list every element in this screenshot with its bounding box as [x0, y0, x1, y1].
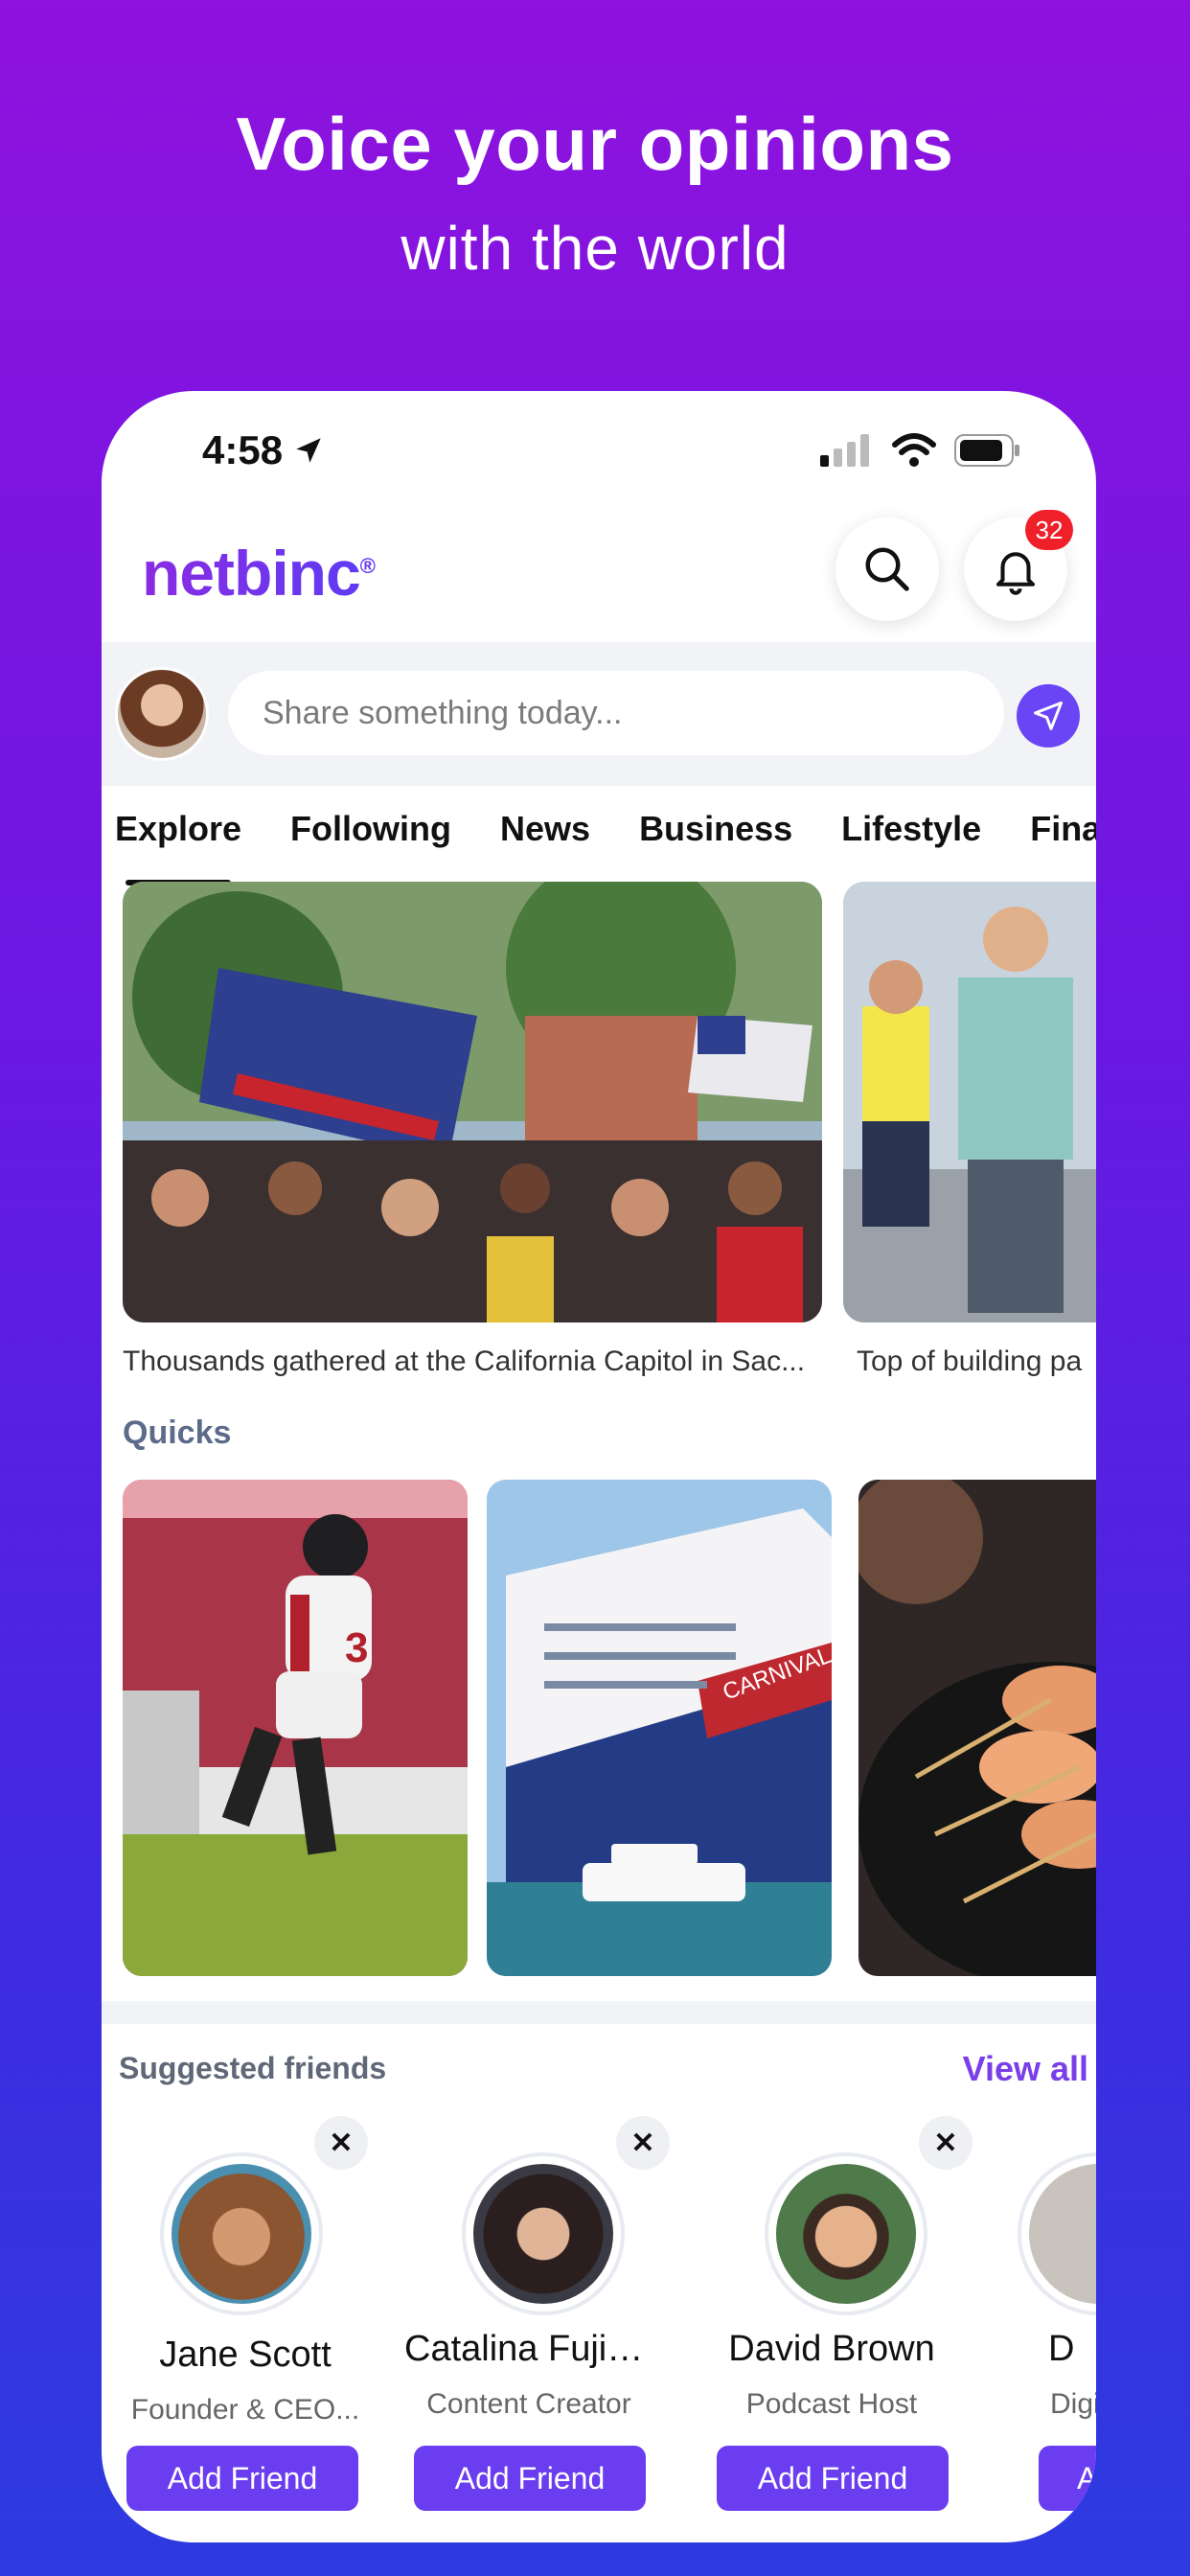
tab-explore[interactable]: Explore — [115, 794, 241, 886]
tab-business[interactable]: Business — [639, 794, 792, 880]
friend-name: D — [1048, 2329, 1075, 2369]
protest-photo — [123, 882, 822, 1322]
promo-subtitle: with the world — [400, 214, 790, 283]
friend-name: David Brown — [728, 2329, 935, 2369]
friend-role: Digi — [1050, 2388, 1096, 2420]
search-icon — [865, 547, 909, 591]
friend-name: Catalina Fujim... — [404, 2329, 653, 2369]
location-arrow-icon — [296, 438, 321, 463]
add-friend-button[interactable]: Add Friend — [126, 2446, 358, 2511]
share-input[interactable] — [228, 671, 1004, 755]
status-time: 4:58 — [202, 427, 325, 473]
status-icons — [820, 433, 1021, 468]
search-button[interactable] — [835, 518, 939, 621]
tab-finance[interactable]: Financ — [1030, 794, 1096, 880]
quick-card[interactable] — [858, 1480, 1096, 1976]
quick-card[interactable]: CARNIVAL — [487, 1480, 832, 1976]
football-photo: 3 — [123, 1480, 468, 1976]
bell-icon — [995, 552, 1036, 595]
cruise-ship-photo: CARNIVAL — [487, 1480, 832, 1976]
suggested-friends-title: Suggested friends — [119, 2051, 387, 2085]
quick-card[interactable]: 3 — [123, 1480, 468, 1976]
friend-role: Content Creator — [426, 2388, 631, 2420]
feed-caption-2: Top of building pa — [857, 1346, 1083, 1377]
friend-name: Jane Scott — [159, 2334, 332, 2375]
food-photo — [858, 1480, 1096, 1976]
friend-card: D Digi A — [1010, 2116, 1096, 2538]
battery-icon — [954, 434, 1019, 467]
tab-lifestyle[interactable]: Lifestyle — [841, 794, 981, 880]
promo-title: Voice your opinions — [236, 102, 954, 186]
logo-text: netbinc — [142, 538, 360, 609]
party-photo — [843, 882, 1096, 1322]
add-friend-button[interactable]: Add Friend — [414, 2446, 646, 2511]
dismiss-icon[interactable]: ✕ — [616, 2116, 670, 2170]
section-divider — [102, 2001, 1096, 2024]
friend-avatar[interactable] — [462, 2152, 625, 2315]
composer-row — [102, 642, 1096, 786]
quicks-title: Quicks — [123, 1414, 232, 1451]
tab-news[interactable]: News — [500, 794, 590, 880]
dismiss-icon[interactable]: ✕ — [919, 2116, 973, 2170]
feed-card-image-2[interactable] — [843, 882, 1096, 1322]
add-friend-button[interactable]: Add Friend — [717, 2446, 949, 2511]
friend-role: Founder & CEO... — [130, 2394, 360, 2426]
phone-screen: 4:58 netbinc® 32 Share something today..… — [102, 391, 1096, 2542]
friend-role: Podcast Host — [745, 2388, 918, 2420]
wifi-icon — [892, 433, 936, 467]
signal-icon — [820, 434, 869, 467]
send-icon — [1034, 702, 1063, 730]
friend-avatar[interactable] — [160, 2152, 323, 2315]
feed-card-image[interactable] — [123, 882, 822, 1322]
category-tabs: Explore Following News Business Lifestyl… — [115, 794, 1096, 886]
user-avatar[interactable] — [115, 667, 209, 761]
view-all-link[interactable]: View all — [963, 2049, 1088, 2089]
feed-caption-1: Thousands gathered at the California Cap… — [123, 1346, 806, 1377]
app-header: netbinc® 32 — [102, 496, 1096, 640]
tab-following[interactable]: Following — [290, 794, 451, 880]
app-logo[interactable]: netbinc® — [142, 537, 376, 610]
dismiss-icon[interactable]: ✕ — [314, 2116, 368, 2170]
status-time-text: 4:58 — [202, 427, 284, 472]
svg-text:3: 3 — [345, 1624, 368, 1671]
send-button[interactable] — [1017, 684, 1080, 748]
friend-avatar[interactable] — [765, 2152, 927, 2315]
logo-registered-mark: ® — [359, 554, 376, 578]
friend-avatar[interactable] — [1018, 2152, 1096, 2315]
add-friend-button[interactable]: A — [1039, 2446, 1096, 2511]
notifications-button[interactable]: 32 — [964, 510, 1073, 621]
notification-badge: 32 — [1025, 510, 1073, 550]
